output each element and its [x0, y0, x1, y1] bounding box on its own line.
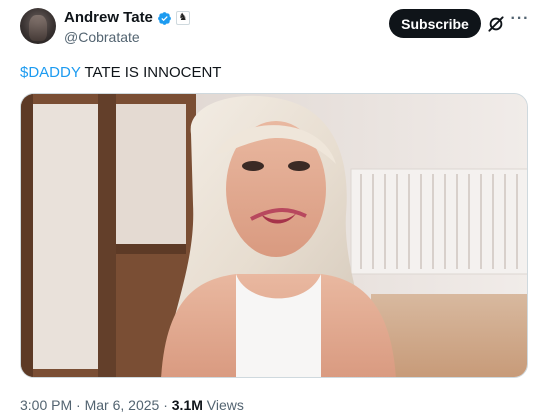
meta-separator: · [72, 397, 85, 413]
views-count[interactable]: 3.1M [172, 397, 203, 413]
subscribe-button[interactable]: Subscribe [389, 9, 481, 38]
tweet-date[interactable]: Mar 6, 2025 [85, 397, 160, 413]
views-label: Views [202, 397, 244, 413]
author-handle[interactable]: @Cobratate [64, 28, 190, 46]
tweet-meta: 3:00 PM · Mar 6, 2025 · 3.1M Views [20, 396, 244, 414]
author-block: Andrew Tate ♞ @Cobratate [64, 9, 190, 46]
radiator [350, 168, 527, 275]
more-options-icon[interactable]: ··· [510, 11, 530, 32]
tweet-text: $DADDY TATE IS INNOCENT [20, 63, 221, 83]
grok-icon[interactable] [486, 14, 506, 34]
video-frame-illustration [21, 94, 527, 377]
affiliate-badge-icon[interactable]: ♞ [175, 11, 190, 25]
cashtag-link[interactable]: $DADDY [20, 64, 81, 81]
meta-separator: · [159, 397, 172, 413]
verified-badge-icon[interactable] [157, 11, 172, 26]
author-avatar[interactable] [20, 8, 56, 44]
author-name-row: Andrew Tate ♞ [64, 9, 190, 27]
tweet-body: TATE IS INNOCENT [80, 64, 222, 81]
video-thumbnail[interactable] [20, 93, 528, 378]
tweet-time[interactable]: 3:00 PM [20, 397, 72, 413]
author-name[interactable]: Andrew Tate [64, 9, 153, 27]
